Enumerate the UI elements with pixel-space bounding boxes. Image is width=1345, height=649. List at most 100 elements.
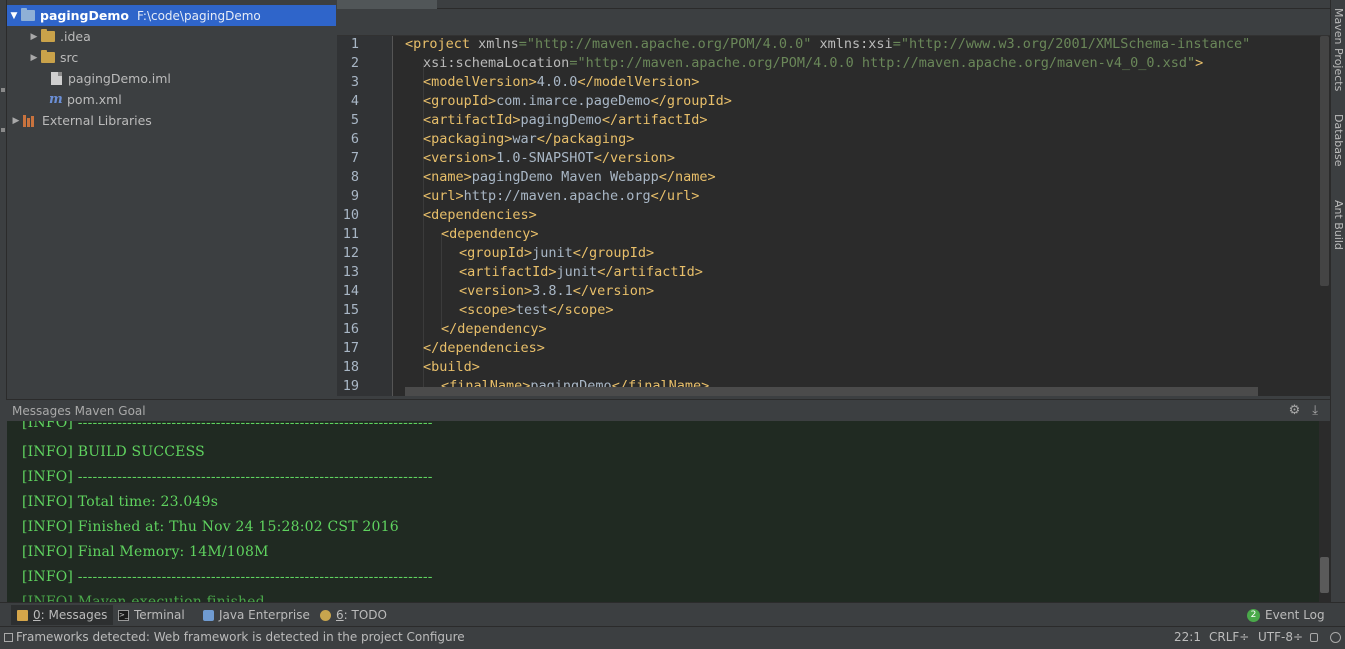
tree-item-external-libraries[interactable]: ▶ External Libraries (7, 110, 336, 131)
code-line-3: <modelVersion>4.0.0</modelVersion> (423, 74, 700, 90)
messages-icon (17, 609, 28, 621)
tool-window-bar: 0: Messages >_ Terminal Java Enterprise … (0, 602, 1345, 626)
maven-file-icon: m (49, 92, 63, 107)
left-tool-strip (0, 0, 7, 400)
module-folder-icon (21, 8, 35, 21)
ant-build-tab[interactable]: Ant Build (1332, 200, 1345, 250)
caret-position[interactable]: 22:1 (1174, 630, 1201, 644)
console-line: [INFO] Finished at: Thu Nov 24 15:28:02 … (22, 519, 399, 535)
editor-horizontal-scrollbar[interactable] (405, 387, 1258, 396)
editor-tab-bar (337, 0, 1330, 9)
ide-window: ▼ pagingDemo F:\code\pagingDemo ▶ .idea … (0, 0, 1345, 649)
folder-icon (41, 50, 55, 63)
code-line-10: <dependencies> (423, 207, 537, 223)
code-line-2: xsi:schemaLocation="http://maven.apache.… (423, 55, 1204, 71)
collapse-arrow-icon[interactable]: ▶ (27, 53, 41, 63)
line-number: 1 (350, 36, 359, 52)
messages-header: Messages Maven Goal ⚙ ⤓ (7, 399, 1330, 421)
collapse-arrow-icon[interactable]: ▶ (27, 32, 41, 42)
inspector-face-icon[interactable] (1330, 632, 1341, 643)
project-tree: ▼ pagingDemo F:\code\pagingDemo ▶ .idea … (7, 0, 336, 400)
console-output: [INFO] ---------------------------------… (7, 421, 1319, 602)
lock-icon[interactable] (1310, 633, 1318, 642)
console-line: [INFO] BUILD SUCCESS (22, 444, 205, 460)
code-line-8: <name>pagingDemo Maven Webapp</name> (423, 169, 716, 185)
tree-item-idea[interactable]: ▶ .idea (7, 26, 336, 47)
line-number: 18 (342, 359, 359, 375)
console-line: [INFO] Maven execution finished (22, 594, 265, 602)
console-line: [INFO] ---------------------------------… (22, 569, 433, 585)
tree-item-src[interactable]: ▶ src (7, 47, 336, 68)
java-enterprise-icon (203, 609, 214, 621)
line-number: 2 (350, 55, 359, 71)
status-message[interactable]: Frameworks detected: Web framework is de… (16, 630, 465, 644)
console-scrollbar[interactable] (1320, 557, 1329, 593)
code-line-13: <artifactId>junit</artifactId> (459, 264, 703, 280)
console-line: [INFO] Final Memory: 14M/108M (22, 544, 269, 560)
strip-marker (1, 88, 5, 92)
indent-guide (441, 234, 442, 329)
line-number: 13 (342, 264, 359, 280)
line-number: 4 (350, 93, 359, 109)
tree-item-label: pom.xml (67, 92, 122, 107)
toggle-tool-windows-icon[interactable] (4, 633, 13, 642)
hide-panel-icon[interactable]: ⤓ (1312, 403, 1318, 418)
root-name: pagingDemo (40, 8, 129, 23)
code-line-1: <project xmlns="http://maven.apache.org/… (405, 36, 1251, 52)
console-line: [INFO] ---------------------------------… (22, 421, 433, 431)
event-log-tool-button[interactable]: 2 Event Log (1241, 605, 1331, 625)
line-number: 5 (350, 112, 359, 128)
code-line-17: </dependencies> (423, 340, 545, 356)
event-log-label: Event Log (1265, 608, 1325, 622)
line-number: 19 (342, 378, 359, 394)
tree-root-pagingdemo[interactable]: ▼ pagingDemo F:\code\pagingDemo (7, 5, 336, 26)
terminal-tool-button[interactable]: >_ Terminal (112, 605, 191, 625)
editor-vertical-scrollbar[interactable] (1320, 36, 1329, 286)
folder-icon (41, 29, 55, 42)
tree-item-pom[interactable]: m pom.xml (7, 89, 336, 110)
todo-shortcut: 6 (336, 608, 344, 622)
messages-tool-button[interactable]: 0: Messages (11, 605, 114, 625)
line-number: 6 (350, 131, 359, 147)
tree-item-iml[interactable]: pagingDemo.iml (7, 68, 336, 89)
java-enterprise-tool-button[interactable]: Java Enterprise (197, 605, 316, 625)
code-line-6: <packaging>war</packaging> (423, 131, 635, 147)
code-line-4: <groupId>com.imarce.pageDemo</groupId> (423, 93, 732, 109)
line-number: 11 (342, 226, 359, 242)
code-line-5: <artifactId>pagingDemo</artifactId> (423, 112, 708, 128)
tree-item-label: .idea (60, 29, 91, 44)
iml-file-icon (51, 72, 62, 85)
messages-label: : Messages (40, 608, 108, 622)
code-line-7: <version>1.0-SNAPSHOT</version> (423, 150, 675, 166)
database-tab[interactable]: Database (1332, 114, 1345, 167)
line-separator[interactable]: CRLF÷ (1209, 630, 1249, 644)
todo-tool-button[interactable]: 6: TODO (314, 605, 393, 625)
strip-marker (1, 128, 5, 132)
terminal-icon: >_ (118, 609, 129, 621)
maven-projects-tab[interactable]: Maven Projects (1332, 8, 1345, 91)
code-line-16: </dependency> (441, 321, 547, 337)
editor-tab[interactable] (337, 0, 437, 9)
messages-title: Messages Maven Goal (12, 403, 146, 418)
tree-item-label: pagingDemo.iml (68, 71, 171, 86)
expand-arrow-icon[interactable]: ▼ (7, 11, 21, 21)
collapse-arrow-icon[interactable]: ▶ (9, 116, 23, 126)
line-number: 14 (342, 283, 359, 299)
code-line-18: <build> (423, 359, 480, 375)
code-editor[interactable]: 1 2 3 4 5 6 7 8 9 10 11 12 13 14 15 16 1… (337, 36, 1330, 396)
status-bar: Frameworks detected: Web framework is de… (0, 626, 1345, 649)
line-number: 3 (350, 74, 359, 90)
line-number: 9 (350, 188, 359, 204)
libraries-icon (23, 114, 37, 127)
line-number: 17 (342, 340, 359, 356)
file-encoding[interactable]: UTF-8÷ (1258, 630, 1303, 644)
code-line-15: <scope>test</scope> (459, 302, 614, 318)
tree-item-label: External Libraries (42, 113, 152, 128)
messages-console[interactable]: [INFO] ---------------------------------… (7, 421, 1330, 602)
line-number: 16 (342, 321, 359, 337)
line-number: 8 (350, 169, 359, 185)
gear-icon[interactable]: ⚙ (1289, 403, 1301, 418)
java-enterprise-label: Java Enterprise (219, 608, 310, 622)
messages-tools: ⚙ ⤓ (1289, 403, 1318, 418)
code-line-12: <groupId>junit</groupId> (459, 245, 655, 261)
